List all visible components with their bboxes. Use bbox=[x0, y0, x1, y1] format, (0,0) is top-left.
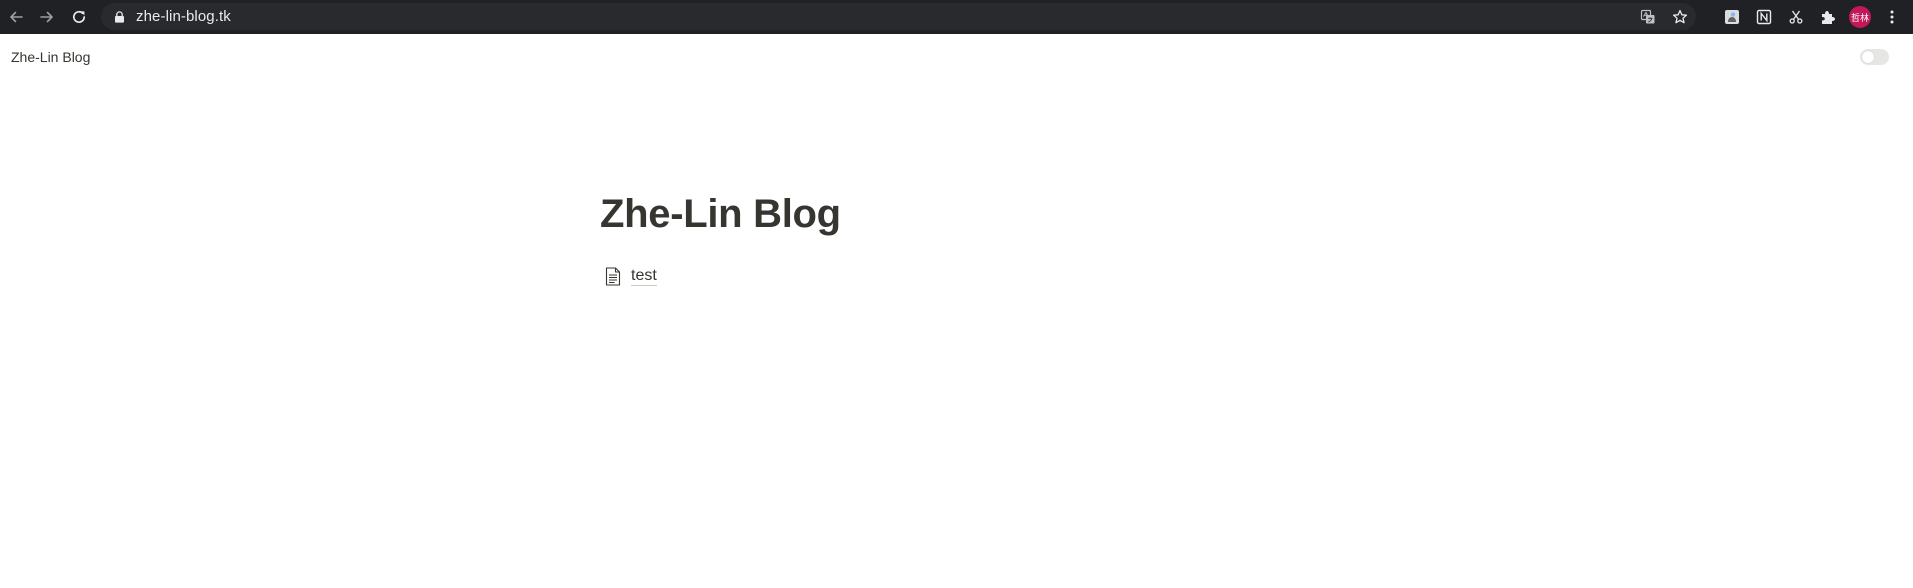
forward-button[interactable] bbox=[36, 6, 58, 28]
browser-toolbar: zhe-lin-blog.tk 哲林 bbox=[0, 0, 1913, 34]
lock-icon[interactable] bbox=[112, 10, 126, 24]
url-text[interactable]: zhe-lin-blog.tk bbox=[136, 8, 231, 25]
reload-button[interactable] bbox=[68, 6, 90, 28]
translate-icon[interactable] bbox=[1632, 3, 1664, 30]
back-button[interactable] bbox=[5, 6, 27, 28]
page-icon bbox=[604, 266, 622, 286]
theme-toggle[interactable] bbox=[1860, 49, 1889, 65]
profile-button[interactable]: 哲林 bbox=[1844, 2, 1876, 32]
toggle-knob bbox=[1862, 51, 1874, 63]
site-name-link[interactable]: Zhe-Lin Blog bbox=[11, 49, 90, 65]
omnibox-actions bbox=[1632, 3, 1696, 30]
notion-icon[interactable] bbox=[1748, 2, 1780, 32]
page-link-test[interactable]: test bbox=[604, 266, 657, 286]
address-bar[interactable]: zhe-lin-blog.tk bbox=[101, 3, 1696, 30]
bookmark-star-icon[interactable] bbox=[1664, 3, 1696, 30]
menu-kebab-icon[interactable] bbox=[1876, 2, 1908, 32]
site-header: Zhe-Lin Blog bbox=[0, 34, 1913, 79]
page-link-label[interactable]: test bbox=[631, 266, 657, 286]
extensions-puzzle-icon[interactable] bbox=[1812, 2, 1844, 32]
reload-icon bbox=[73, 10, 86, 23]
page-title: Zhe-Lin Blog bbox=[600, 192, 841, 236]
extensions-area: 哲林 bbox=[1716, 2, 1908, 32]
arrow-right-icon bbox=[40, 11, 53, 23]
avatar: 哲林 bbox=[1849, 6, 1871, 28]
arrow-left-icon bbox=[10, 11, 23, 23]
extension-app-icon[interactable] bbox=[1716, 2, 1748, 32]
scissors-icon[interactable] bbox=[1780, 2, 1812, 32]
